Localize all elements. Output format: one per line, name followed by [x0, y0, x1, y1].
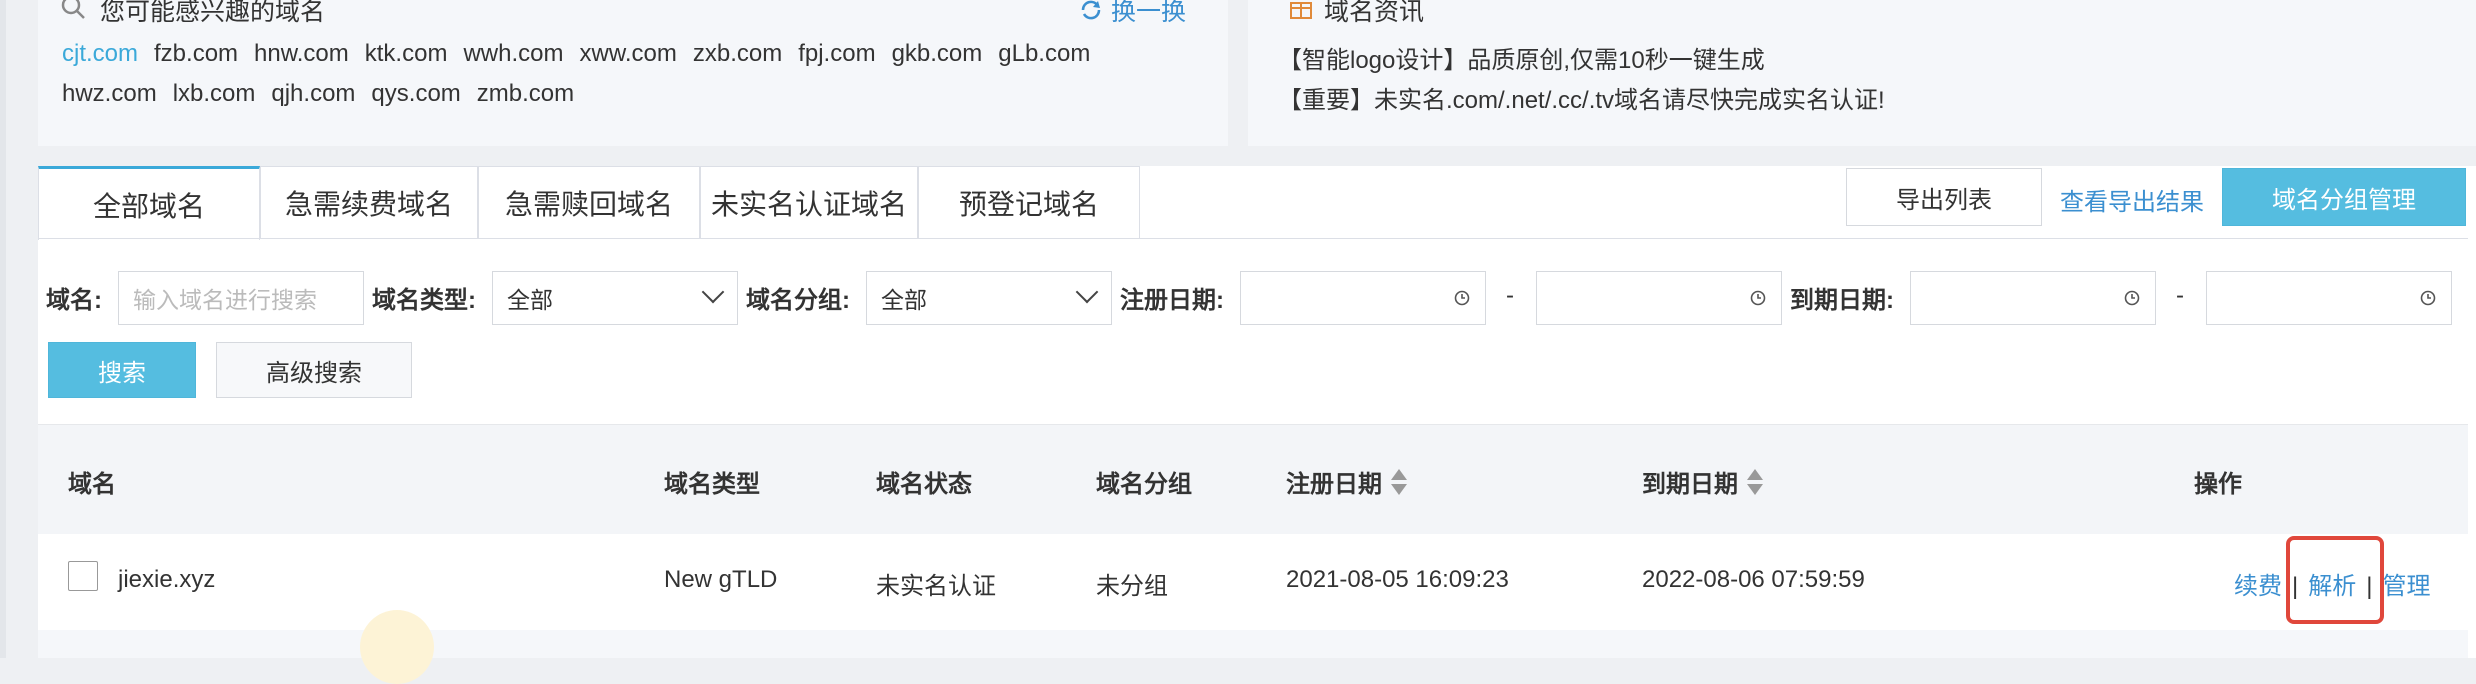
domain-status-link[interactable]: 未实名认证 [876, 566, 996, 601]
suggested-domain-link[interactable]: gkb.com [892, 40, 983, 67]
column-header-expire-date[interactable]: 到期日期 [1642, 464, 1766, 499]
reg-date-cell: 2021-08-05 16:09:23 [1286, 566, 1509, 593]
column-header-domain: 域名 [68, 464, 116, 499]
tab-all-domains[interactable]: 全部域名 [38, 166, 260, 240]
domain-type-cell: New gTLD [664, 566, 778, 593]
search-icon [61, 0, 85, 19]
reg-date-end-input[interactable] [1536, 271, 1782, 325]
tab-preregistered[interactable]: 预登记域名 [918, 166, 1140, 238]
clock-icon [1750, 290, 1766, 306]
suggested-domains-row-2: hwz.com lxb.com qjh.com qys.com zmb.com [62, 80, 590, 108]
suggested-domains-row-1: cjt.com fzb.com hnw.com ktk.com wwh.com xww.c… [62, 40, 1106, 68]
suggested-domain-link[interactable]: ktk.com [365, 40, 448, 67]
column-header-label: 域名分组 [1096, 471, 1192, 498]
domain-group-value: 全部 [881, 287, 927, 313]
column-header-group: 域名分组 [1096, 464, 1192, 499]
suggested-domain-link[interactable]: fzb.com [154, 40, 238, 67]
domain-type-value: 全部 [507, 287, 553, 313]
sort-icon[interactable] [1744, 467, 1766, 497]
domain-type-label: 域名类型: [372, 287, 476, 314]
domain-type-select[interactable]: 全部 [492, 271, 738, 325]
tab-divider [38, 238, 2468, 239]
expire-date-start-input[interactable] [1910, 271, 2156, 325]
domain-group-select[interactable]: 全部 [866, 271, 1112, 325]
tab-unverified[interactable]: 未实名认证域名 [700, 166, 918, 238]
tab-renew-urgent[interactable]: 急需续费域名 [260, 166, 478, 238]
refresh-icon [1081, 0, 1101, 20]
column-header-label: 注册日期 [1286, 471, 1382, 498]
renew-link[interactable]: 续费 [2234, 573, 2282, 600]
reg-date-start-input[interactable] [1240, 271, 1486, 325]
suggested-domain-link[interactable]: wwh.com [463, 40, 563, 67]
clock-icon [1454, 290, 1470, 306]
tab-redeem-urgent[interactable]: 急需赎回域名 [478, 166, 700, 238]
column-header-label: 域名 [68, 471, 116, 498]
suggested-domain-link[interactable]: cjt.com [62, 40, 138, 67]
domain-filter-label: 域名: [46, 287, 102, 314]
domain-group-manage-button[interactable]: 域名分组管理 [2222, 168, 2466, 226]
table-header [38, 424, 2468, 535]
refresh-button[interactable]: 换一换 [1079, 0, 1186, 28]
chevron-down-icon [1075, 280, 1099, 304]
domain-group-cell: 未分组 [1096, 573, 1168, 600]
suggested-domain-link[interactable]: hwz.com [62, 80, 157, 107]
news-item[interactable]: 【重要】未实名.com/.net/.cc/.tv域名请尽快完成实名认证! [1278, 80, 1885, 115]
date-range-dash: - [2176, 282, 2184, 309]
column-header-label: 域名类型 [664, 471, 760, 498]
clock-icon [2124, 290, 2140, 306]
search-button[interactable]: 搜索 [48, 342, 196, 398]
suggested-domain-link[interactable]: hnw.com [254, 40, 349, 67]
reg-date-label: 注册日期: [1120, 287, 1224, 314]
expire-date-cell: 2022-08-06 07:59:59 [1642, 566, 1865, 593]
domain-group-label: 域名分组: [746, 287, 850, 314]
suggested-domain-link[interactable]: fpj.com [798, 40, 875, 67]
suggested-domains-title: 您可能感兴趣的域名 [100, 0, 326, 26]
date-range-dash: - [1506, 282, 1514, 309]
domain-news-title: 域名资讯 [1324, 0, 1425, 26]
domain-news-panel: 域名资讯 【智能logo设计】品质原创,仅需10秒一键生成 【重要】未实名.co… [1248, 0, 2476, 146]
expire-date-label: 到期日期: [1790, 287, 1894, 314]
highlight-annotation-box [2286, 536, 2384, 624]
suggested-domain-link[interactable]: lxb.com [173, 80, 256, 107]
chevron-down-icon [701, 280, 725, 304]
row-checkbox[interactable] [68, 561, 98, 591]
domain-name-link[interactable]: jiexie.xyz [118, 566, 215, 594]
suggested-domain-link[interactable]: zmb.com [477, 80, 574, 107]
manage-link[interactable]: 管理 [2382, 573, 2430, 600]
column-header-reg-date[interactable]: 注册日期 [1286, 464, 1410, 499]
column-header-label: 到期日期 [1642, 471, 1738, 498]
refresh-label: 换一换 [1110, 0, 1186, 26]
domain-search-input[interactable]: 输入域名进行搜索 [118, 271, 364, 325]
suggested-domain-link[interactable]: gLb.com [998, 40, 1090, 67]
gift-icon [1290, 2, 1312, 19]
column-header-actions: 操作 [2194, 464, 2242, 499]
clock-icon [2420, 290, 2436, 306]
sort-icon[interactable] [1388, 467, 1410, 497]
column-header-label: 操作 [2194, 471, 2242, 498]
suggested-domains-panel: 您可能感兴趣的域名 换一换 cjt.com fzb.com hnw.com ktk.c… [38, 0, 1228, 146]
suggested-domain-link[interactable]: zxb.com [693, 40, 782, 67]
column-header-label: 域名状态 [876, 471, 972, 498]
expire-date-end-input[interactable] [2206, 271, 2452, 325]
left-edge-bar [0, 0, 6, 658]
view-export-results-link[interactable]: 查看导出结果 [2060, 182, 2204, 217]
news-item[interactable]: 【智能logo设计】品质原创,仅需10秒一键生成 [1278, 40, 1765, 75]
column-header-type: 域名类型 [664, 464, 760, 499]
decorative-circle [360, 610, 434, 684]
suggested-domain-link[interactable]: qjh.com [271, 80, 355, 107]
suggested-domain-link[interactable]: qys.com [371, 80, 460, 107]
export-list-button[interactable]: 导出列表 [1846, 168, 2042, 226]
advanced-search-button[interactable]: 高级搜索 [216, 342, 412, 398]
column-header-status: 域名状态 [876, 464, 972, 499]
suggested-domain-link[interactable]: xww.com [579, 40, 676, 67]
